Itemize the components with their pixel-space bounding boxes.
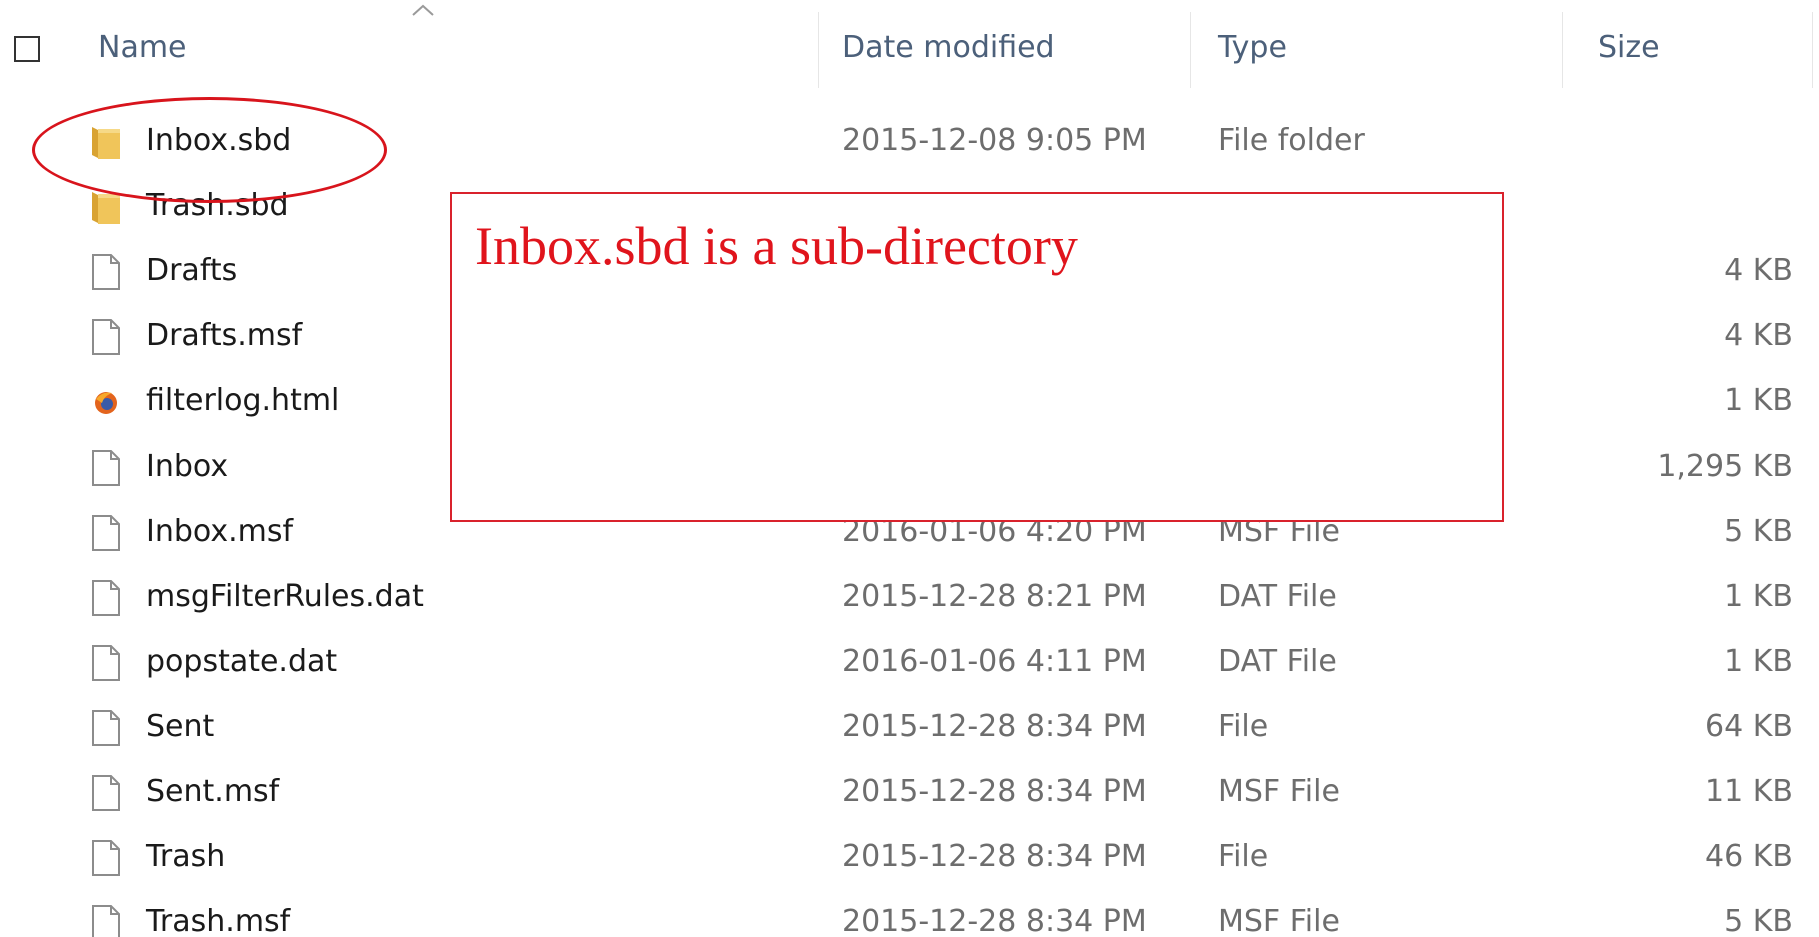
file-name: Inbox: [146, 448, 229, 484]
firefox-icon: [90, 383, 122, 421]
file-icon: [90, 579, 122, 617]
file-size: 4 KB: [1724, 253, 1793, 289]
file-icon: [90, 449, 122, 487]
file-row[interactable]: Trash 2015-12-28 8:34 PM File 46 KB: [0, 829, 1819, 885]
file-size: 11 KB: [1705, 774, 1793, 809]
file-date-modified: 2015-12-28 8:34 PM: [842, 904, 1147, 937]
file-icon: [90, 904, 122, 937]
column-header-size[interactable]: Size: [1598, 28, 1660, 68]
sort-ascending-icon: [412, 4, 434, 16]
column-divider[interactable]: [818, 12, 819, 88]
file-row[interactable]: Trash.msf 2015-12-28 8:34 PM MSF File 5 KB: [0, 894, 1819, 937]
file-type: DAT File: [1218, 643, 1337, 679]
file-size: 46 KB: [1705, 839, 1793, 875]
file-row[interactable]: msgFilterRules.dat 2015-12-28 8:21 PM DAT …: [0, 569, 1819, 625]
file-name: msgFilterRules.dat: [146, 578, 424, 614]
file-icon: [90, 839, 122, 877]
column-divider[interactable]: [1562, 12, 1563, 88]
file-name: Trash.msf: [146, 904, 291, 937]
column-divider[interactable]: [1190, 12, 1191, 88]
file-icon: [90, 774, 122, 812]
file-date-modified: 2016-01-06 4:11 PM: [842, 643, 1147, 679]
file-name: Drafts: [146, 253, 238, 289]
file-type: DAT File: [1218, 578, 1337, 614]
file-date-modified: 2015-12-08 9:05 PM: [842, 123, 1147, 158]
column-header-bar: Name Date modified Type Size: [0, 0, 1819, 100]
annotation-callout: Inbox.sbd is a sub-directory: [450, 192, 1504, 522]
file-type: File: [1218, 839, 1269, 875]
file-size: 1,295 KB: [1657, 448, 1793, 484]
file-type: MSF File: [1218, 904, 1340, 937]
file-date-modified: 2015-12-28 8:34 PM: [842, 708, 1147, 744]
highlight-ellipse: [32, 97, 387, 203]
file-name: popstate.dat: [146, 643, 338, 679]
file-icon: [90, 644, 122, 682]
file-type: File: [1218, 708, 1269, 744]
file-name: Sent: [146, 708, 215, 744]
file-size: 1 KB: [1724, 383, 1793, 419]
select-all-checkbox[interactable]: [14, 36, 40, 62]
file-size: 5 KB: [1724, 513, 1793, 549]
file-name: Inbox.msf: [146, 513, 294, 549]
file-date-modified: 2015-12-28 8:21 PM: [842, 578, 1147, 614]
file-name: Trash: [146, 839, 226, 875]
file-icon: [90, 514, 122, 552]
file-icon: [90, 253, 122, 291]
file-row[interactable]: Sent.msf 2015-12-28 8:34 PM MSF File 11 KB: [0, 764, 1819, 820]
file-size: 5 KB: [1724, 904, 1793, 937]
file-size: 64 KB: [1705, 708, 1793, 744]
file-type: File folder: [1218, 123, 1365, 158]
file-size: 1 KB: [1724, 643, 1793, 679]
file-icon: [90, 709, 122, 747]
file-size: 4 KB: [1724, 318, 1793, 354]
column-header-date-modified[interactable]: Date modified: [842, 28, 1055, 68]
file-name: filterlog.html: [146, 383, 340, 419]
file-row[interactable]: popstate.dat 2016-01-06 4:11 PM DAT File 1 …: [0, 634, 1819, 690]
file-name: Drafts.msf: [146, 318, 303, 354]
file-type: MSF File: [1218, 774, 1340, 809]
column-header-name[interactable]: Name: [98, 28, 187, 68]
file-row[interactable]: Sent 2015-12-28 8:34 PM File 64 KB: [0, 699, 1819, 755]
column-header-type[interactable]: Type: [1218, 28, 1287, 68]
file-size: 1 KB: [1724, 578, 1793, 614]
column-divider[interactable]: [1812, 12, 1813, 88]
file-icon: [90, 318, 122, 356]
file-name: Sent.msf: [146, 774, 280, 809]
file-date-modified: 2015-12-28 8:34 PM: [842, 774, 1147, 809]
file-date-modified: 2015-12-28 8:34 PM: [842, 839, 1147, 875]
annotation-text: Inbox.sbd is a sub-directory: [475, 216, 1078, 276]
